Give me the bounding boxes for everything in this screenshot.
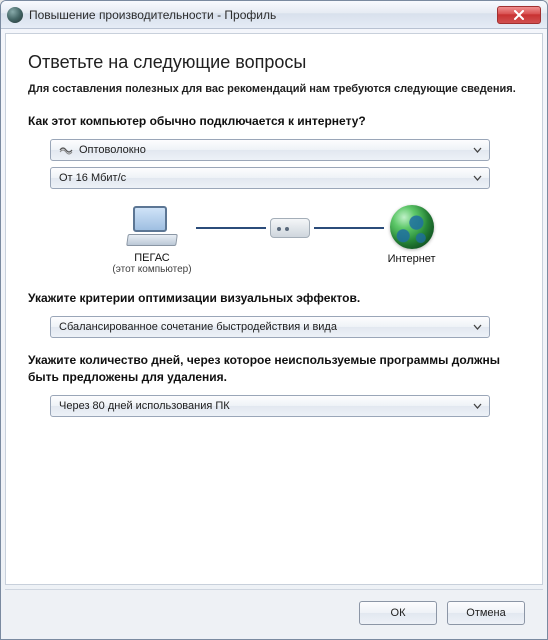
- button-bar: ОК Отмена: [5, 589, 543, 635]
- diagram-pc-node: ПЕГАС (этот компьютер): [112, 206, 191, 275]
- question-connection: Как этот компьютер обычно подключается к…: [28, 113, 520, 129]
- chevron-down-icon: [469, 170, 485, 186]
- connection-speed-value: От 16 Мбит/с: [59, 172, 469, 184]
- page-heading: Ответьте на следующие вопросы: [28, 52, 520, 73]
- connector-line: [196, 227, 266, 229]
- chevron-down-icon: [469, 142, 485, 158]
- unused-days-dropdown[interactable]: Через 80 дней использования ПК: [50, 395, 490, 417]
- internet-label: Интернет: [388, 253, 436, 265]
- chevron-down-icon: [469, 398, 485, 414]
- unused-days-value: Через 80 дней использования ПК: [59, 400, 469, 412]
- close-icon: [513, 10, 525, 20]
- network-diagram: ПЕГАС (этот компьютер) Интернет: [28, 205, 520, 276]
- connection-type-value: Оптоволокно: [79, 144, 469, 156]
- chevron-down-icon: [469, 319, 485, 335]
- window-title: Повышение производительности - Профиль: [29, 8, 497, 22]
- computer-icon: [127, 206, 177, 248]
- diagram-internet-node: Интернет: [388, 205, 436, 276]
- fiber-icon: [59, 144, 73, 156]
- titlebar[interactable]: Повышение производительности - Профиль: [1, 1, 547, 29]
- connector-line: [314, 227, 384, 229]
- visual-effects-dropdown[interactable]: Сбалансированное сочетание быстродействи…: [50, 316, 490, 338]
- connection-type-dropdown[interactable]: Оптоволокно: [50, 139, 490, 161]
- page-subtitle: Для составления полезных для вас рекомен…: [28, 83, 520, 95]
- visual-effects-value: Сбалансированное сочетание быстродействи…: [59, 321, 469, 333]
- diagram-router-node: [270, 218, 310, 238]
- ok-button[interactable]: ОК: [359, 601, 437, 625]
- router-icon: [270, 218, 310, 238]
- question-unused-days: Укажите количество дней, через которое н…: [28, 352, 520, 384]
- content-area: Ответьте на следующие вопросы Для состав…: [5, 33, 543, 585]
- pc-sublabel: (этот компьютер): [112, 264, 191, 275]
- question-visual-effects: Укажите критерии оптимизации визуальных …: [28, 290, 520, 306]
- connection-speed-dropdown[interactable]: От 16 Мбит/с: [50, 167, 490, 189]
- globe-icon: [390, 205, 434, 249]
- pc-label: ПЕГАС: [134, 252, 170, 264]
- cancel-button[interactable]: Отмена: [447, 601, 525, 625]
- close-button[interactable]: [497, 6, 541, 24]
- dialog-window: Повышение производительности - Профиль О…: [0, 0, 548, 640]
- app-icon: [7, 7, 23, 23]
